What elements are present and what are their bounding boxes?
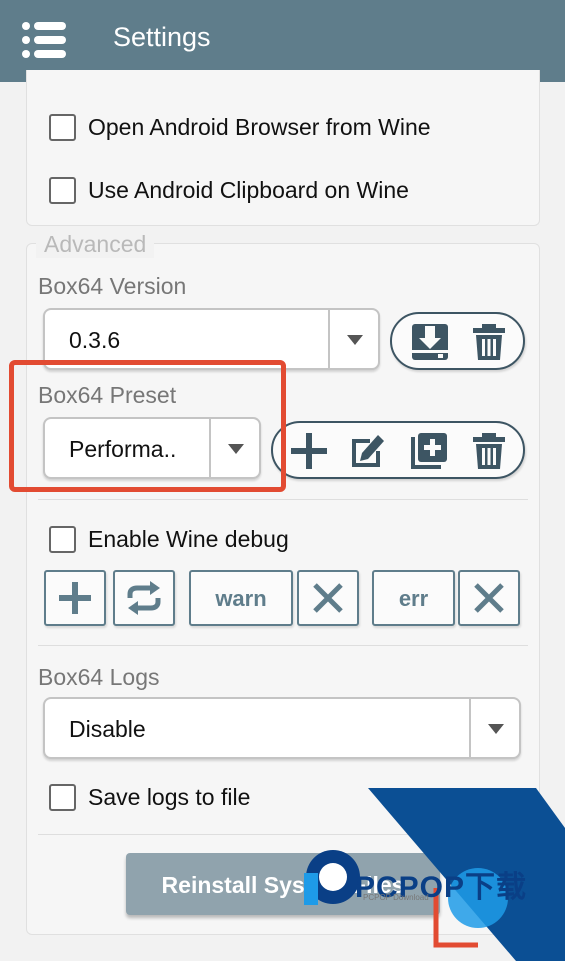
- watermark-sub: PCPOP Download: [363, 893, 429, 902]
- watermark-graphic: [304, 788, 565, 961]
